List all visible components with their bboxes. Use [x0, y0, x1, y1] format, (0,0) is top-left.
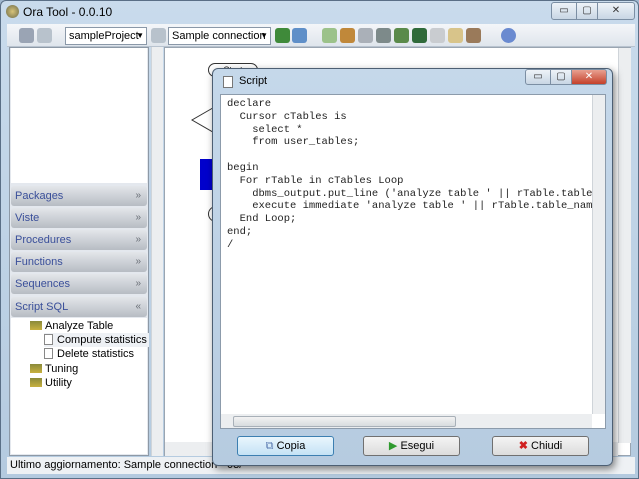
minimize-button[interactable]: ▭ [551, 2, 577, 20]
copy-label: Copia [276, 440, 306, 452]
print-icon[interactable] [358, 28, 373, 43]
close-dialog-button[interactable]: ✖ Chiudi [492, 436, 589, 456]
tree-folder-utility[interactable]: Utility [30, 376, 72, 390]
file-icon [44, 334, 53, 345]
chevron-down-icon: ▼ [136, 31, 144, 40]
object-list [11, 48, 147, 183]
section-label: Functions [15, 256, 63, 268]
run-button[interactable]: ▶ Esegui [363, 436, 460, 456]
section-label: Viste [15, 212, 40, 224]
edit-icon[interactable] [394, 28, 409, 43]
tree-label: Tuning [45, 363, 79, 375]
connection-select[interactable]: Sample connection ▼ [168, 27, 271, 45]
canvas-vertical-scrollbar[interactable] [618, 48, 631, 443]
copy-icon: ⧉ [265, 440, 277, 452]
dialog-maximize-button[interactable]: ▢ [550, 69, 572, 85]
file-icon [44, 348, 53, 359]
folder-icon [30, 321, 42, 330]
tool-icon[interactable] [466, 28, 481, 43]
section-viste[interactable]: Viste » [11, 208, 147, 228]
tree-folder-tuning[interactable]: Tuning [30, 362, 78, 376]
section-procedures[interactable]: Procedures » [11, 230, 147, 250]
script-code[interactable]: declare Cursor cTables is select * from … [227, 98, 605, 252]
project-select[interactable]: sampleProject ▼ [65, 27, 147, 45]
chevron-double-down-icon: » [135, 234, 141, 245]
toolbar: sampleProject ▼ Sample connection ▼ [7, 24, 635, 47]
close-label: Chiudi [531, 440, 563, 452]
maximize-button[interactable]: ▢ [576, 2, 598, 20]
tree-item-compute-statistics[interactable]: Compute statistics [44, 333, 149, 347]
folder-icon [30, 378, 42, 387]
table-icon[interactable] [412, 28, 427, 43]
connection-value: Sample connection [172, 30, 266, 42]
dialog-close-button[interactable]: ✕ [571, 69, 607, 85]
window-title: Ora Tool - 0.0.10 [23, 5, 113, 19]
status-text: Ultimo aggiornamento: Sample connection … [10, 459, 243, 471]
wrench-icon[interactable] [151, 28, 166, 43]
chevron-double-down-icon: » [135, 256, 141, 267]
dialog-minimize-button[interactable]: ▭ [525, 69, 551, 85]
connect-icon[interactable] [275, 28, 290, 43]
script-tree: Analyze Table Compute statistics Delete … [11, 318, 149, 454]
script-dialog: Script ▭ ▢ ✕ declare Cursor cTables is s… [212, 68, 613, 466]
section-script-sql[interactable]: Script SQL « [11, 297, 147, 317]
tree-label: Utility [45, 377, 72, 389]
splitter-scrollbar[interactable] [151, 47, 163, 456]
chevron-double-down-icon: » [135, 212, 141, 223]
section-functions[interactable]: Functions » [11, 252, 147, 272]
chevron-down-icon: ▼ [260, 31, 268, 40]
close-icon: ✖ [518, 440, 532, 452]
editor-horizontal-scrollbar[interactable] [221, 414, 592, 428]
compare-icon[interactable] [430, 28, 445, 43]
project-value: sampleProject [69, 30, 139, 42]
export-icon[interactable] [376, 28, 391, 43]
save-icon[interactable] [19, 28, 34, 43]
folder-icon [30, 364, 42, 373]
chevron-double-down-icon: » [135, 190, 141, 201]
tree-folder-analyze-table[interactable]: Analyze Table [30, 319, 113, 333]
editor-vertical-scrollbar[interactable] [592, 95, 605, 414]
document-icon[interactable] [448, 28, 463, 43]
section-sequences[interactable]: Sequences » [11, 274, 147, 294]
script-icon[interactable] [322, 28, 337, 43]
tree-label: Delete statistics [57, 348, 135, 360]
books-icon[interactable] [340, 28, 355, 43]
script-file-icon [223, 76, 233, 88]
tree-item-delete-statistics[interactable]: Delete statistics [44, 347, 134, 361]
script-editor[interactable]: declare Cursor cTables is select * from … [220, 94, 606, 429]
copy-button[interactable]: ⧉ Copia [237, 436, 334, 456]
refresh-icon[interactable] [292, 28, 307, 43]
chevron-double-down-icon: » [135, 278, 141, 289]
app-icon [6, 5, 19, 18]
info-icon[interactable] [501, 28, 516, 43]
dialog-title: Script [239, 75, 268, 87]
section-label: Script SQL [15, 301, 69, 313]
tree-label: Analyze Table [45, 320, 114, 332]
section-label: Sequences [15, 278, 71, 290]
tree-label: Compute statistics [57, 334, 147, 346]
section-label: Packages [15, 190, 64, 202]
close-button[interactable]: ✕ [597, 2, 635, 20]
run-label: Esegui [400, 440, 435, 452]
chevron-double-up-icon: « [135, 301, 141, 312]
wrench-icon[interactable] [37, 28, 52, 43]
scroll-thumb[interactable] [233, 416, 456, 427]
play-icon: ▶ [388, 440, 401, 452]
section-label: Procedures [15, 234, 72, 246]
section-packages[interactable]: Packages » [11, 186, 147, 206]
